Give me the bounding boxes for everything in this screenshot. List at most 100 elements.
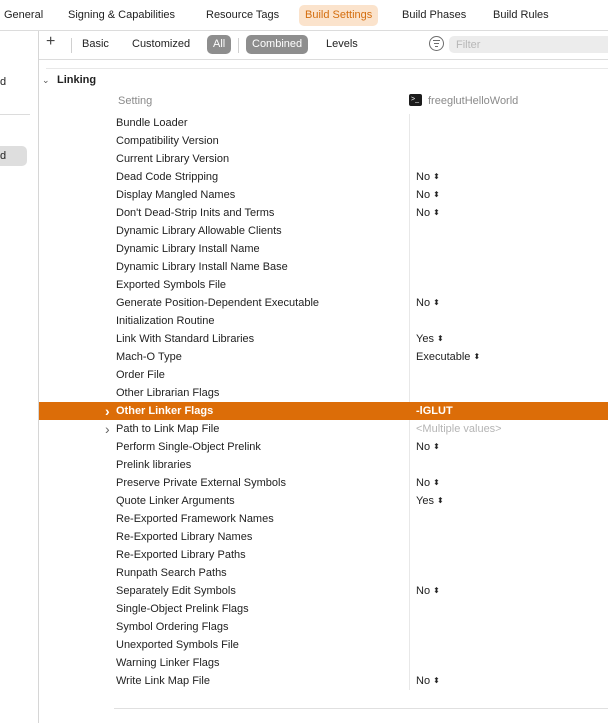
setting-row[interactable]: › Other Linker Flags -lGLUT <box>39 402 608 420</box>
setting-row[interactable]: Bundle Loader <box>39 114 608 132</box>
setting-row[interactable]: Warning Linker Flags <box>39 654 608 672</box>
setting-row[interactable]: Generate Position-Dependent Executable No… <box>39 294 608 312</box>
setting-value[interactable]: No ⬍ <box>416 438 440 456</box>
filter-icon[interactable] <box>429 36 444 51</box>
column-header-target: freeglutHelloWorld <box>428 95 519 107</box>
setting-value[interactable]: No ⬍ <box>416 168 440 186</box>
column-divider <box>409 474 410 492</box>
popup-arrows-icon: ⬍ <box>433 298 440 307</box>
setting-value[interactable]: Executable ⬍ <box>416 348 480 366</box>
setting-row[interactable]: Re-Exported Library Names <box>39 528 608 546</box>
tab-build-settings[interactable]: Build Settings <box>299 5 379 26</box>
setting-row[interactable]: Dynamic Library Allowable Clients <box>39 222 608 240</box>
setting-row[interactable]: Single-Object Prelink Flags <box>39 600 608 618</box>
column-divider <box>409 168 410 186</box>
column-divider <box>409 366 410 384</box>
view-levels-button[interactable]: Levels <box>320 35 364 54</box>
setting-row[interactable]: Exported Symbols File <box>39 276 608 294</box>
column-divider <box>409 348 410 366</box>
column-divider <box>409 528 410 546</box>
filter-search-input[interactable] <box>449 36 608 53</box>
setting-row[interactable]: Prelink libraries <box>39 456 608 474</box>
setting-row[interactable]: Compatibility Version <box>39 132 608 150</box>
tab-resource-tags[interactable]: Resource Tags <box>200 5 285 26</box>
column-divider <box>409 294 410 312</box>
column-divider <box>409 492 410 510</box>
setting-row[interactable]: Display Mangled Names No ⬍ <box>39 186 608 204</box>
divider <box>71 38 72 53</box>
filter-customized-button[interactable]: Customized <box>126 35 196 54</box>
tab-build-rules[interactable]: Build Rules <box>487 5 555 26</box>
setting-name: Bundle Loader <box>116 117 188 129</box>
setting-row[interactable]: Mach-O Type Executable ⬍ <box>39 348 608 366</box>
setting-value[interactable]: No ⬍ <box>416 186 440 204</box>
setting-row[interactable]: Link With Standard Libraries Yes ⬍ <box>39 330 608 348</box>
setting-row[interactable]: Dynamic Library Install Name Base <box>39 258 608 276</box>
setting-value[interactable]: No ⬍ <box>416 474 440 492</box>
setting-name: Quote Linker Arguments <box>116 495 235 507</box>
column-divider <box>409 420 410 438</box>
chevron-right-icon[interactable]: › <box>105 420 110 438</box>
setting-value[interactable]: No ⬍ <box>416 204 440 222</box>
column-divider <box>409 564 410 582</box>
setting-row[interactable]: Preserve Private External Symbols No ⬍ <box>39 474 608 492</box>
setting-value-text: Executable <box>416 351 471 363</box>
section-linking-header[interactable]: ⌄ Linking <box>42 74 96 88</box>
filter-all-button[interactable]: All <box>207 35 232 54</box>
setting-value-text: No <box>416 675 431 687</box>
setting-row[interactable]: Initialization Routine <box>39 312 608 330</box>
editor-tab-bar: General Signing & Capabilities Resource … <box>0 0 608 31</box>
filter-basic-button[interactable]: Basic <box>76 35 115 54</box>
add-setting-button[interactable]: + <box>46 33 55 51</box>
popup-arrows-icon: ⬍ <box>433 190 440 199</box>
popup-arrows-icon: ⬍ <box>433 478 440 487</box>
popup-arrows-icon: ⬍ <box>433 586 440 595</box>
setting-row[interactable]: Runpath Search Paths <box>39 564 608 582</box>
sidebar-item-project[interactable]: d <box>0 76 6 88</box>
setting-row[interactable]: Perform Single-Object Prelink No ⬍ <box>39 438 608 456</box>
chevron-right-icon[interactable]: › <box>105 402 110 420</box>
divider <box>114 708 608 709</box>
setting-row[interactable]: Other Librarian Flags <box>39 384 608 402</box>
setting-row[interactable]: Re-Exported Library Paths <box>39 546 608 564</box>
popup-arrows-icon: ⬍ <box>433 172 440 181</box>
chevron-down-icon[interactable]: ⌄ <box>42 75 51 86</box>
setting-value[interactable]: Yes ⬍ <box>416 492 444 510</box>
setting-row[interactable]: Quote Linker Arguments Yes ⬍ <box>39 492 608 510</box>
setting-value-text: No <box>416 207 431 219</box>
column-divider <box>409 636 410 654</box>
setting-value[interactable]: No ⬍ <box>416 672 440 690</box>
setting-row[interactable]: Symbol Ordering Flags <box>39 618 608 636</box>
tab-general[interactable]: General <box>0 5 49 26</box>
setting-value[interactable]: <Multiple values> <box>416 420 502 438</box>
tab-build-phases[interactable]: Build Phases <box>396 5 472 26</box>
setting-row[interactable]: Current Library Version <box>39 150 608 168</box>
setting-name: Write Link Map File <box>116 675 210 687</box>
setting-row[interactable]: Dead Code Stripping No ⬍ <box>39 168 608 186</box>
popup-arrows-icon: ⬍ <box>433 676 440 685</box>
setting-name: Path to Link Map File <box>116 423 220 435</box>
popup-arrows-icon: ⬍ <box>433 208 440 217</box>
setting-row[interactable]: Order File <box>39 366 608 384</box>
setting-value[interactable]: No ⬍ <box>416 294 440 312</box>
setting-row[interactable]: Write Link Map File No ⬍ <box>39 672 608 690</box>
setting-row[interactable]: Re-Exported Framework Names <box>39 510 608 528</box>
setting-value[interactable]: -lGLUT <box>416 402 453 420</box>
setting-row[interactable]: Separately Edit Symbols No ⬍ <box>39 582 608 600</box>
setting-row[interactable]: Dynamic Library Install Name <box>39 240 608 258</box>
setting-row[interactable]: Unexported Symbols File <box>39 636 608 654</box>
sidebar-item-target-selected[interactable]: d <box>0 146 27 166</box>
popup-arrows-icon: ⬍ <box>433 442 440 451</box>
setting-value[interactable]: No ⬍ <box>416 582 440 600</box>
column-divider <box>409 330 410 348</box>
setting-name: Separately Edit Symbols <box>116 585 236 597</box>
column-divider <box>409 276 410 294</box>
tab-signing-capabilities[interactable]: Signing & Capabilities <box>62 5 181 26</box>
setting-name: Re-Exported Framework Names <box>116 513 274 525</box>
setting-row[interactable]: Don't Dead-Strip Inits and Terms No ⬍ <box>39 204 608 222</box>
setting-row[interactable]: › Path to Link Map File <Multiple values> <box>39 420 608 438</box>
setting-value[interactable]: Yes ⬍ <box>416 330 444 348</box>
view-combined-button[interactable]: Combined <box>246 35 309 54</box>
setting-value-text: No <box>416 477 431 489</box>
setting-name: Re-Exported Library Names <box>116 531 253 543</box>
